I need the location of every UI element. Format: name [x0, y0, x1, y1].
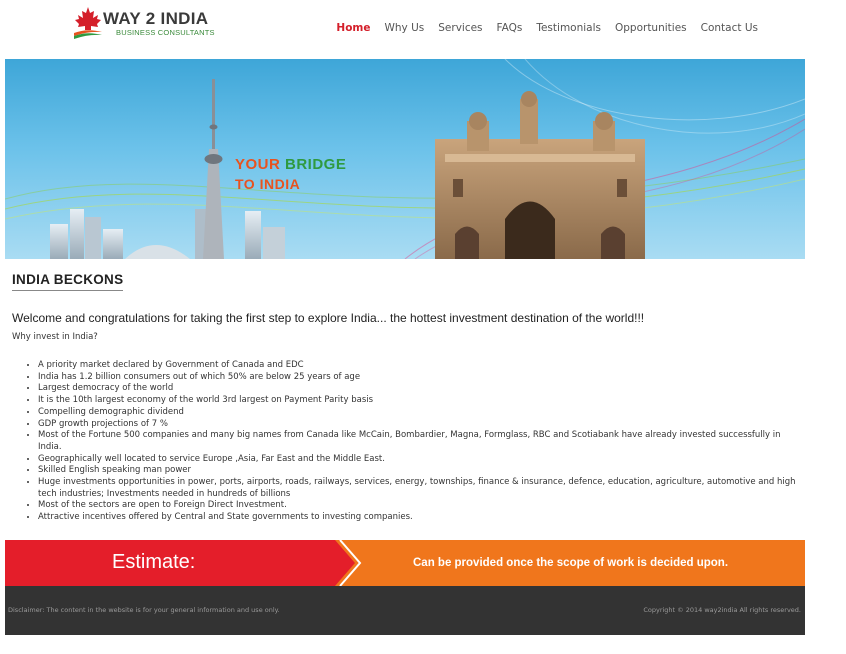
list-item: Most of the sectors are open to Foreign … [38, 500, 802, 512]
nav-contact-us[interactable]: Contact Us [701, 22, 758, 34]
list-item: India has 1.2 billion consumers out of w… [38, 372, 802, 384]
list-item: Largest democracy of the world [38, 383, 802, 395]
list-item: A priority market declared by Government… [38, 360, 802, 372]
list-item: It is the 10th largest economy of the wo… [38, 395, 802, 407]
why-invest-label: Why invest in India? [12, 332, 98, 342]
list-item: Geographically well located to service E… [38, 454, 802, 466]
reasons-list: A priority market declared by Government… [12, 360, 802, 524]
hero-banner: YOUR BRIDGE TO INDIA [5, 59, 805, 259]
nav-home[interactable]: Home [336, 22, 370, 34]
footer-copyright: Copyright © 2014 way2india All rights re… [643, 606, 801, 614]
gateway-of-india [435, 91, 645, 259]
estimate-bar: Estimate: Can be provided once the scope… [5, 540, 805, 586]
logo-title: WAY 2 INDIA [103, 9, 209, 28]
swoosh-lines [5, 59, 805, 259]
estimate-text: Can be provided once the scope of work i… [413, 557, 729, 569]
nav-faqs[interactable]: FAQs [497, 22, 523, 34]
list-item: Skilled English speaking man power [38, 465, 802, 477]
estimate-label: Estimate: [112, 551, 196, 573]
tagline-word-bridge: BRIDGE [285, 156, 347, 173]
nav-opportunities[interactable]: Opportunities [615, 22, 687, 34]
nav-why-us[interactable]: Why Us [385, 22, 425, 34]
list-item: Most of the Fortune 500 companies and ma… [38, 430, 802, 453]
banner-illustration [5, 59, 805, 259]
main-nav: Home Why Us Services FAQs Testimonials O… [336, 22, 758, 34]
list-item: Compelling demographic dividend [38, 407, 802, 419]
list-item: Huge investments opportunities in power,… [38, 477, 802, 500]
tagline-to-india: TO INDIA [235, 176, 301, 192]
list-item: GDP growth projections of 7 % [38, 419, 802, 431]
maple-leaf-icon [74, 7, 102, 39]
site-logo[interactable]: WAY 2 INDIA BUSINESS CONSULTANTS [73, 6, 215, 42]
logo-subtitle: BUSINESS CONSULTANTS [116, 28, 215, 37]
list-item: Attractive incentives offered by Central… [38, 512, 802, 524]
banner-tagline: YOUR BRIDGE [235, 156, 346, 173]
page: WAY 2 INDIA BUSINESS CONSULTANTS Home Wh… [5, 0, 805, 635]
welcome-text: Welcome and congratulations for taking t… [12, 311, 645, 325]
nav-services[interactable]: Services [438, 22, 482, 34]
tagline-word-your: YOUR [235, 156, 281, 173]
nav-testimonials[interactable]: Testimonials [536, 22, 601, 34]
page-title: INDIA BECKONS [12, 272, 124, 291]
footer-disclaimer: Disclaimer: The content in the website i… [8, 606, 280, 614]
footer: Disclaimer: The content in the website i… [5, 586, 805, 635]
header: WAY 2 INDIA BUSINESS CONSULTANTS Home Wh… [5, 0, 805, 58]
